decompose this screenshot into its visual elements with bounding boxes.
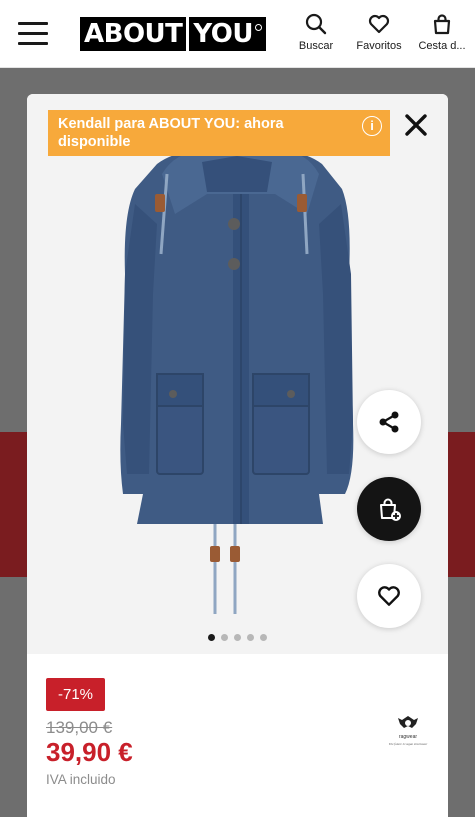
brand-logo-text: ragwear bbox=[399, 734, 417, 740]
gallery-dot[interactable] bbox=[208, 634, 215, 641]
shopping-bag-icon bbox=[433, 14, 451, 35]
menu-icon[interactable] bbox=[18, 22, 48, 46]
heart-icon bbox=[378, 586, 400, 606]
product-quick-view-card: Kendall para ABOUT YOU: ahora disponible… bbox=[27, 94, 448, 817]
share-icon bbox=[379, 411, 399, 433]
vat-note: IVA incluido bbox=[46, 772, 116, 787]
heart-icon bbox=[368, 14, 390, 34]
wishlist-button[interactable] bbox=[357, 564, 421, 628]
about-you-logo[interactable]: ABOUT YOU bbox=[80, 17, 267, 51]
promo-banner[interactable]: Kendall para ABOUT YOU: ahora disponible… bbox=[48, 110, 390, 156]
gallery-dot[interactable] bbox=[247, 634, 254, 641]
add-to-bag-icon bbox=[380, 498, 401, 521]
share-button[interactable] bbox=[357, 390, 421, 454]
logo-text-you-label: YOU bbox=[193, 19, 254, 49]
logo-text-you: YOU bbox=[186, 17, 267, 51]
search-icon bbox=[305, 13, 327, 35]
cart-button[interactable]: Cesta d... bbox=[413, 12, 471, 52]
brand-logo[interactable]: ragwear The future is vegan streetwear bbox=[384, 714, 432, 750]
close-icon[interactable] bbox=[403, 112, 429, 138]
favorites-label: Favoritos bbox=[356, 40, 402, 52]
sale-price: 39,90 € bbox=[46, 737, 133, 767]
search-label: Buscar bbox=[298, 40, 334, 52]
favorites-button[interactable]: Favoritos bbox=[352, 12, 406, 52]
brand-tagline: The future is vegan streetwear bbox=[389, 742, 428, 746]
discount-badge: -71% bbox=[46, 678, 105, 711]
original-price: 139,00 € bbox=[46, 718, 113, 737]
search-button[interactable]: Buscar bbox=[296, 12, 336, 52]
cart-label: Cesta d... bbox=[418, 40, 466, 52]
gallery-dot[interactable] bbox=[260, 634, 267, 641]
logo-text-about: ABOUT bbox=[80, 17, 187, 51]
info-icon[interactable]: i bbox=[362, 116, 382, 136]
gallery-pagination bbox=[208, 634, 267, 641]
add-to-bag-button[interactable] bbox=[357, 477, 421, 541]
gallery-dot[interactable] bbox=[221, 634, 228, 641]
app-header: ABOUT YOU Buscar Favoritos Cesta d... bbox=[0, 0, 475, 68]
gallery-dot[interactable] bbox=[234, 634, 241, 641]
logo-circle-mark bbox=[255, 24, 263, 31]
promo-banner-text: Kendall para ABOUT YOU: ahora disponible bbox=[58, 116, 284, 150]
